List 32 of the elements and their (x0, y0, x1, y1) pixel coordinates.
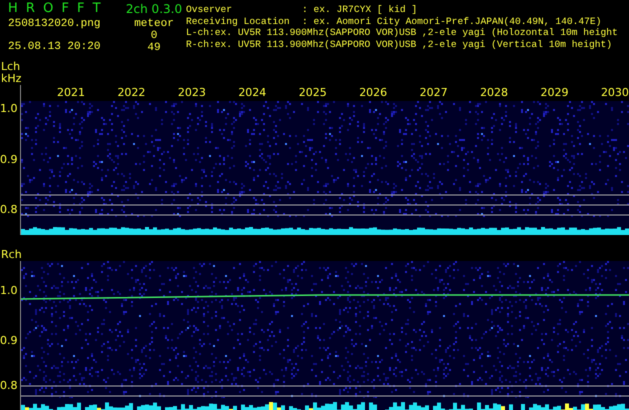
info-label: Receiving Location (186, 16, 291, 27)
axis-tick-label: 1.0 (0, 285, 18, 297)
channel-info: R-ch:ex. UV5R 113.900Mhz(SAPPORO VOR)USB ,2-ele yagi (Vertical 10m height) (186, 38, 612, 50)
channel-label: Rch (0, 249, 23, 261)
unit-label: kHz (0, 73, 22, 85)
year-label: 2025 (298, 87, 327, 99)
datetime: 25.08.13 20:20 (8, 41, 102, 53)
year-label: 2030 (600, 87, 629, 99)
year-label: 2026 (359, 87, 388, 99)
axis-tick-label: 0.9 (0, 154, 18, 166)
axis-tick-label: 0.9 (0, 335, 18, 347)
app-title: H R O F F T (8, 0, 103, 18)
meteor-label: meteor (134, 18, 174, 30)
axis-tick-label: 0.8 (0, 380, 18, 392)
version-label: 2ch 0.3.0 (126, 1, 182, 18)
year-label: 2021 (57, 87, 85, 99)
year-label: 2023 (178, 87, 206, 99)
channel-info: L-ch:ex. UV5R 113.900Mhz(SAPPORO VOR)USB ,2-ele yagi (Holozontal 10m height (186, 27, 618, 38)
axis-tick-label: 1.0 (0, 103, 18, 115)
info-value: : ex. JR7CYX [ kid ] (302, 4, 418, 16)
year-label: 2027 (420, 87, 448, 99)
meteor-count: 49 (147, 42, 161, 54)
channel-label: Lch (0, 61, 22, 73)
info-value: : ex. Aomori City Aomori-Pref.JAPAN(40.49N, 140.47E) (302, 16, 602, 27)
year-label: 2024 (238, 87, 266, 99)
year-label: 2022 (117, 87, 146, 99)
filename: 2508132020.png (8, 18, 102, 30)
year-label: 2029 (540, 87, 568, 99)
axis-tick-label: 0.8 (0, 204, 18, 216)
info-label: Ovserver (186, 4, 234, 16)
meteor-count: 0 (150, 30, 158, 42)
year-label: 2028 (480, 87, 508, 99)
